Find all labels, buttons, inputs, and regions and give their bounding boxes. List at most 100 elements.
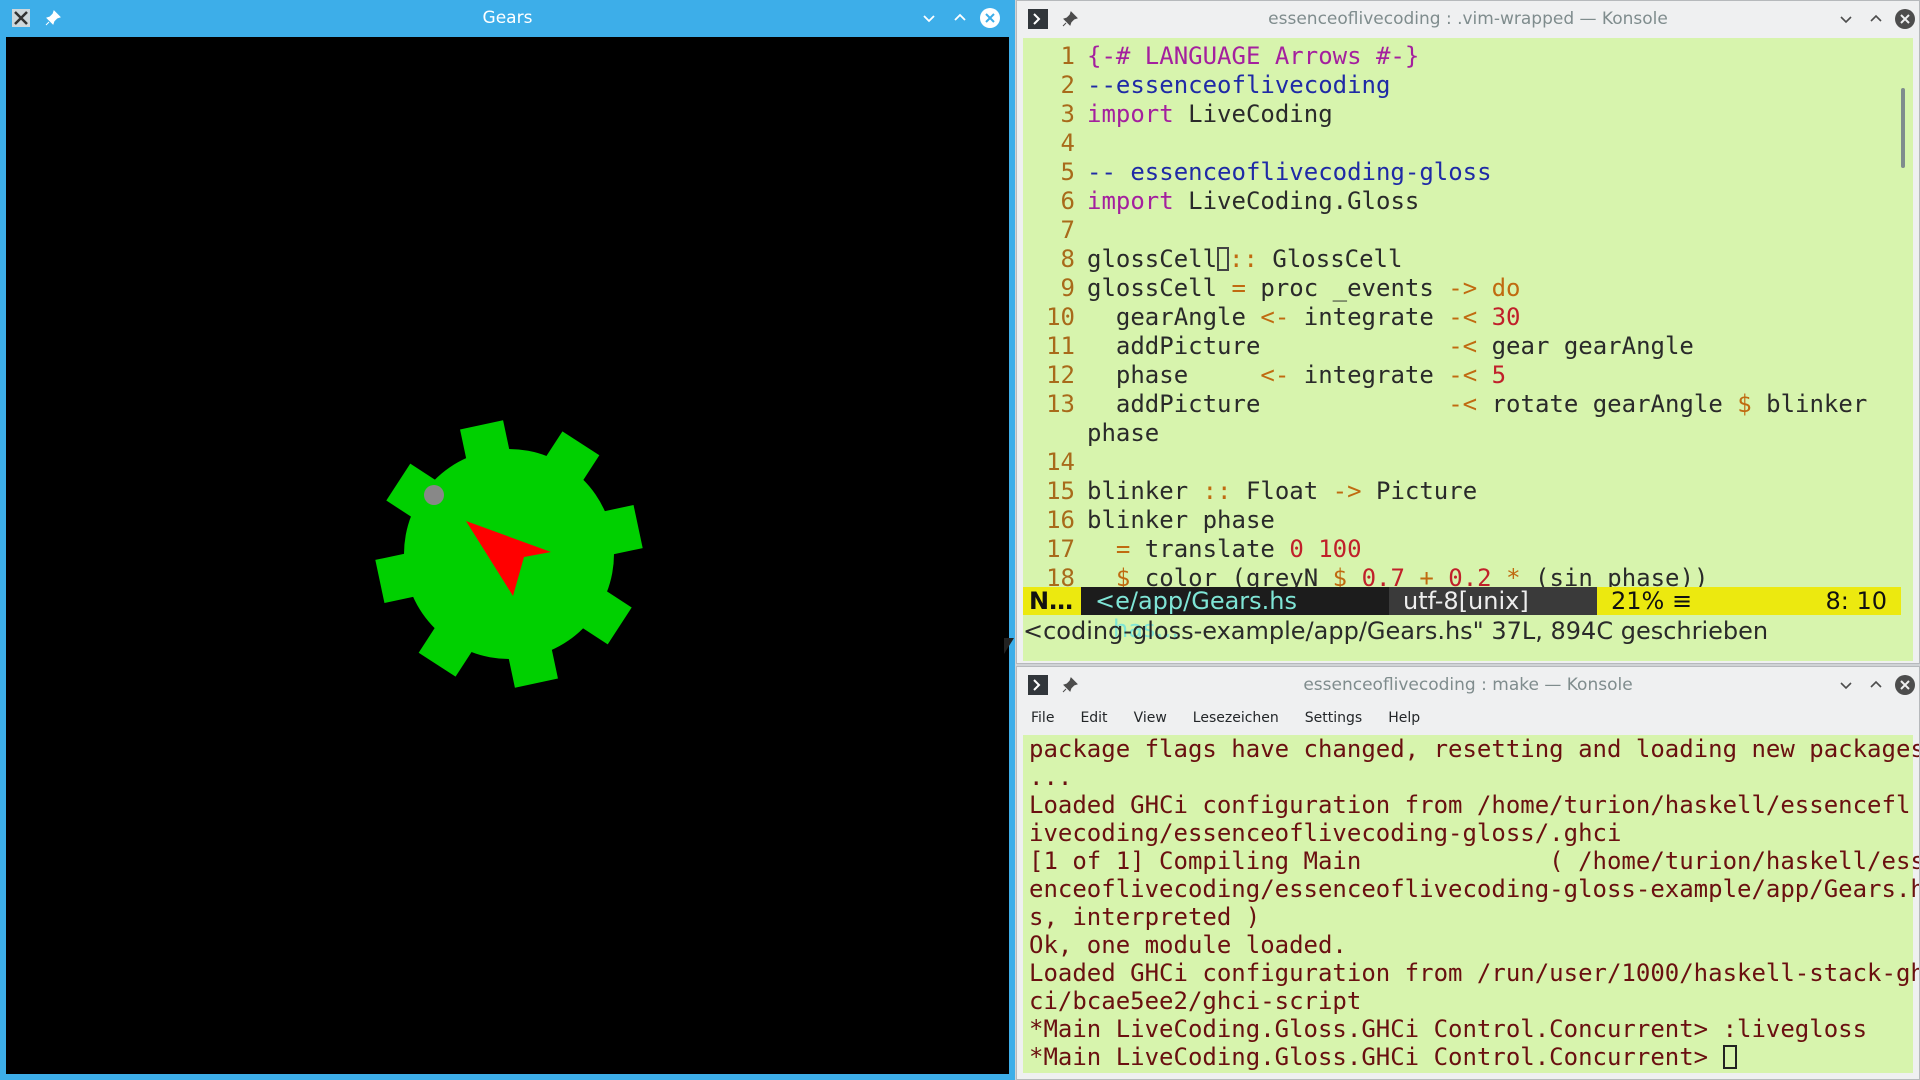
line-number: 15 — [1046, 477, 1075, 505]
code-line[interactable]: 3 import LiveCoding — [1023, 100, 1913, 129]
code-token: 5 — [1491, 361, 1507, 389]
code-line[interactable]: 13 addPicture -< rotate gearAngle $ blin… — [1023, 390, 1913, 419]
close-icon[interactable] — [1894, 8, 1916, 30]
menu-view[interactable]: View — [1134, 710, 1167, 726]
pin-icon[interactable] — [1059, 8, 1081, 30]
maximize-icon[interactable] — [949, 7, 971, 29]
menu-file[interactable]: File — [1031, 710, 1054, 726]
code-line[interactable]: 12 phase <- integrate -< 5 — [1023, 361, 1913, 390]
code-token: integrate — [1289, 303, 1449, 331]
terminal-line: Loaded GHCi configuration from /run/user… — [1029, 959, 1920, 987]
terminal-icon[interactable] — [1027, 8, 1049, 30]
code-token: 30 — [1491, 303, 1521, 331]
line-number: 1 — [1060, 42, 1075, 70]
code-line[interactable]: 10 gearAngle <- integrate -< 30 — [1023, 303, 1913, 332]
terminal-icon[interactable] — [1027, 674, 1049, 696]
code-line[interactable]: 16 blinker phase — [1023, 506, 1913, 535]
code-token: phase — [1087, 419, 1160, 447]
code-line[interactable]: 17 = translate 0 100 — [1023, 535, 1913, 564]
vim-statusline: N… <e/app/Gears.hs has… utf-8[unix] 21% … — [1023, 587, 1901, 643]
terminal-prompt: *Main LiveCoding.Gloss.GHCi Control.Conc… — [1029, 1043, 1723, 1071]
maximize-icon[interactable] — [1865, 8, 1887, 30]
minimize-icon[interactable] — [918, 7, 940, 29]
vim-status-cursor: 8: 10 — [1825, 587, 1887, 615]
vim-code-lines[interactable]: 1 {-# LANGUAGE Arrows #-} 2 --essenceoflive… — [1023, 38, 1913, 593]
code-line[interactable]: 6 import LiveCoding.Gloss — [1023, 187, 1913, 216]
minimize-icon[interactable] — [1835, 8, 1857, 30]
terminal-line: [1 of 1] Compiling Main ( /home/turion/h… — [1029, 847, 1920, 875]
code-token: $ — [1737, 390, 1752, 418]
terminal-prompt-line[interactable]: *Main LiveCoding.Gloss.GHCi Control.Conc… — [1029, 1043, 1913, 1071]
gears-titlebar[interactable]: Gears — [0, 0, 1015, 36]
code-line[interactable]: 9 glossCell = proc _events -> do — [1023, 274, 1913, 303]
code-token: = — [1231, 274, 1246, 302]
maximize-icon[interactable] — [1865, 674, 1887, 696]
code-line[interactable]: phase — [1023, 419, 1913, 448]
code-token: {-# LANGUAGE Arrows #-} — [1087, 42, 1420, 70]
app-x-icon[interactable] — [10, 7, 32, 29]
code-line[interactable]: 1 {-# LANGUAGE Arrows #-} — [1023, 42, 1913, 71]
vim-command-line: <coding-gloss-example/app/Gears.hs" 37L,… — [1023, 617, 1769, 645]
make-titlebar[interactable]: essenceoflivecoding : make — Konsole — [1017, 667, 1919, 703]
terminal-line: enceoflivecoding/essenceoflivecoding-glo… — [1029, 875, 1920, 903]
vim-titlebar[interactable]: essenceoflivecoding : .vim-wrapped — Kon… — [1017, 1, 1919, 37]
mouse-pointer-icon — [1004, 638, 1014, 654]
line-number: 6 — [1060, 187, 1075, 215]
code-token: -> — [1448, 274, 1478, 302]
code-line[interactable]: 15 blinker :: Float -> Picture — [1023, 477, 1913, 506]
code-line[interactable]: 14 — [1023, 448, 1913, 477]
code-line[interactable]: 7 — [1023, 216, 1913, 245]
code-token: glossCell — [1087, 274, 1232, 302]
vim-konsole-window[interactable]: essenceoflivecoding : .vim-wrapped — Kon… — [1016, 0, 1920, 664]
terminal-line: *Main LiveCoding.Gloss.GHCi Control.Conc… — [1029, 1015, 1868, 1043]
line-number: 7 — [1060, 216, 1075, 244]
code-token: Float — [1231, 477, 1333, 505]
window-title: Gears — [482, 8, 533, 28]
code-token: -> — [1332, 477, 1362, 505]
vim-status-position: 21% ≡ 8: 10 — [1597, 587, 1901, 615]
terminal-line: Ok, one module loaded. — [1029, 931, 1347, 959]
code-token: phase — [1087, 361, 1261, 389]
code-line[interactable]: 5 -- essenceoflivecoding-gloss — [1023, 158, 1913, 187]
code-token: translate — [1130, 535, 1290, 563]
pin-icon[interactable] — [42, 7, 64, 29]
gloss-canvas[interactable] — [6, 37, 1009, 1074]
menu-help[interactable]: Help — [1388, 710, 1420, 726]
line-number: 10 — [1046, 303, 1075, 331]
make-terminal[interactable]: package flags have changed, resetting an… — [1023, 735, 1920, 1073]
vim-status-file: <e/app/Gears.hs has… — [1081, 587, 1389, 643]
code-token: -< — [1448, 361, 1478, 389]
code-token: blinker phase — [1087, 506, 1275, 534]
code-token: -< — [1448, 390, 1478, 418]
make-konsole-window[interactable]: essenceoflivecoding : make — Konsole Fil… — [1016, 666, 1920, 1080]
code-token: :: — [1202, 477, 1232, 505]
menu-settings[interactable]: Settings — [1305, 710, 1362, 726]
terminal-cursor — [1722, 1045, 1737, 1069]
code-token: <- — [1260, 303, 1290, 331]
code-token: = — [1115, 535, 1131, 563]
menu-bookmarks[interactable]: Lesezeichen — [1193, 710, 1279, 726]
code-line[interactable]: 11 addPicture -< gear gearAngle — [1023, 332, 1913, 361]
menu-edit[interactable]: Edit — [1080, 710, 1107, 726]
code-token: 100 — [1318, 535, 1362, 563]
line-number: 8 — [1060, 245, 1075, 273]
vim-cursor — [1217, 247, 1230, 271]
code-token: proc _events — [1245, 274, 1449, 302]
close-icon[interactable] — [979, 7, 1001, 29]
line-number: 2 — [1060, 71, 1075, 99]
close-icon[interactable] — [1894, 674, 1916, 696]
vim-terminal[interactable]: 1 {-# LANGUAGE Arrows #-} 2 --essenceoflive… — [1023, 38, 1913, 661]
line-number: 5 — [1060, 158, 1075, 186]
code-line[interactable]: 4 — [1023, 129, 1913, 158]
gears-window[interactable]: Gears — [0, 0, 1015, 1080]
minimize-icon[interactable] — [1835, 674, 1857, 696]
code-token: LiveCoding.Gloss — [1173, 187, 1420, 215]
code-token: import — [1087, 100, 1174, 128]
code-line[interactable]: 2 --essenceoflivecoding — [1023, 71, 1913, 100]
code-line[interactable]: 8 glossCell:: GlossCell — [1023, 245, 1913, 274]
terminal-scrollbar[interactable] — [1901, 88, 1905, 168]
pin-icon[interactable] — [1059, 674, 1081, 696]
